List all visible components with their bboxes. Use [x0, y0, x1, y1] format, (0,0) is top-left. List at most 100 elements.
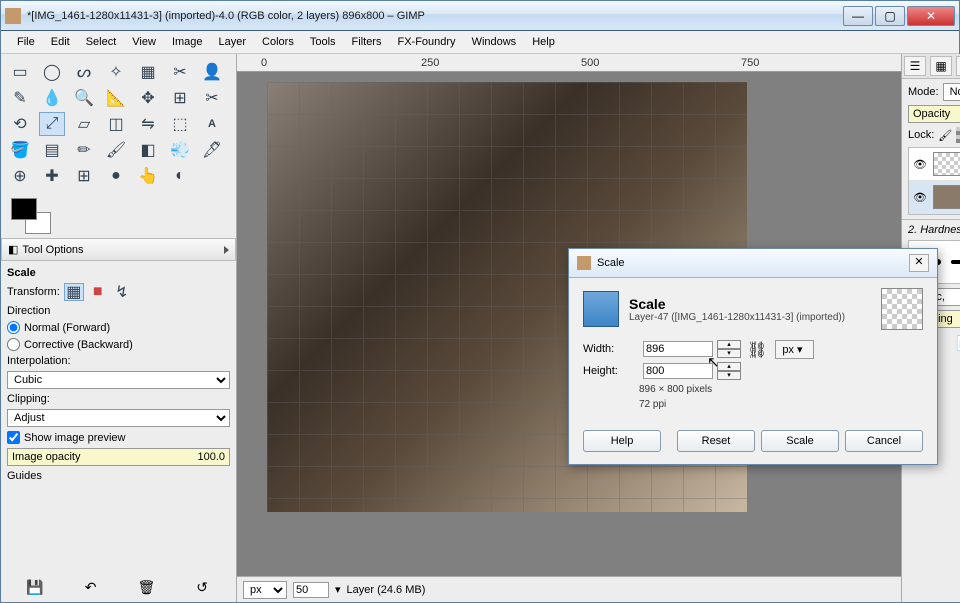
- measure-tool[interactable]: 📐: [103, 86, 129, 110]
- reset-options-icon[interactable]: ↺: [193, 578, 211, 596]
- lock-alpha-icon[interactable]: [956, 127, 960, 143]
- menu-edit[interactable]: Edit: [43, 33, 78, 51]
- unit-dropdown[interactable]: px ▾: [775, 340, 813, 359]
- ellipse-select-tool[interactable]: ◯: [39, 60, 65, 84]
- color-select-tool[interactable]: ▦: [135, 60, 161, 84]
- menu-tools[interactable]: Tools: [302, 33, 344, 51]
- bucket-tool[interactable]: 🪣: [7, 138, 33, 162]
- zoom-tool[interactable]: 🔍: [71, 86, 97, 110]
- move-tool[interactable]: ✥: [135, 86, 161, 110]
- status-bar: px ▾ Layer (24.6 MB): [237, 576, 901, 602]
- foreground-color[interactable]: [11, 198, 37, 220]
- image-opacity-slider[interactable]: Image opacity 100.0: [7, 448, 230, 466]
- menu-select[interactable]: Select: [78, 33, 125, 51]
- layers-tab[interactable]: ☰: [904, 56, 926, 76]
- cancel-button[interactable]: Cancel: [845, 430, 923, 452]
- transform-path-icon[interactable]: ↯: [112, 283, 132, 301]
- layer-list[interactable]: 👁 Layer 👁 IMG_1461-1280: [908, 147, 960, 215]
- clipping-select[interactable]: Adjust: [7, 409, 230, 427]
- delete-options-icon[interactable]: 🗑: [137, 578, 155, 596]
- foreground-select-tool[interactable]: 👤: [199, 60, 225, 84]
- layer-row[interactable]: 👁 IMG_1461-1280: [909, 181, 960, 214]
- text-tool[interactable]: A: [199, 112, 225, 136]
- help-button[interactable]: Help: [583, 430, 661, 452]
- width-down[interactable]: ▾: [717, 349, 741, 358]
- unit-select[interactable]: px: [243, 581, 287, 599]
- menu-file[interactable]: File: [9, 33, 43, 51]
- blur-tool[interactable]: ●: [103, 164, 129, 188]
- color-swatches[interactable]: [11, 198, 51, 234]
- layer-row[interactable]: 👁 Layer: [909, 148, 960, 181]
- show-preview-checkbox[interactable]: [7, 431, 20, 444]
- layer-opacity-slider[interactable]: Opacity 19.8: [908, 105, 960, 123]
- dialog-close-button[interactable]: ✕: [909, 254, 929, 272]
- rect-select-tool[interactable]: ▭: [7, 60, 33, 84]
- channels-tab[interactable]: ▦: [930, 56, 952, 76]
- heal-tool[interactable]: ✚: [39, 164, 65, 188]
- maximize-button[interactable]: ▢: [875, 6, 905, 26]
- mode-select[interactable]: Normal: [943, 83, 960, 101]
- paths-tool[interactable]: ✎: [7, 86, 33, 110]
- shear-tool[interactable]: ▱: [71, 112, 97, 136]
- ink-tool[interactable]: 🖋: [199, 138, 225, 162]
- menu-fxfoundry[interactable]: FX-Foundry: [389, 33, 463, 51]
- direction-normal-radio[interactable]: [7, 321, 20, 334]
- zoom-field[interactable]: [293, 582, 329, 598]
- window-title: *[IMG_1461-1280x11431-3] (imported)-4.0 …: [27, 10, 843, 22]
- dodge-tool[interactable]: ◐: [167, 164, 193, 188]
- clone-tool[interactable]: ⊕: [7, 164, 33, 188]
- scale-button[interactable]: Scale: [761, 430, 839, 452]
- dialog-title: Scale: [597, 257, 909, 269]
- eraser-tool[interactable]: ◧: [135, 138, 161, 162]
- cage-tool[interactable]: ⬚: [167, 112, 193, 136]
- paths-tab[interactable]: ↯: [956, 56, 960, 76]
- blend-tool[interactable]: ▤: [39, 138, 65, 162]
- align-tool[interactable]: ⊞: [167, 86, 193, 110]
- crop-tool[interactable]: ✂: [199, 86, 225, 110]
- smudge-tool[interactable]: 👆: [135, 164, 161, 188]
- transform-layer-icon[interactable]: ▦: [64, 283, 84, 301]
- wand-tool[interactable]: ✧: [103, 60, 129, 84]
- save-options-icon[interactable]: 💾: [26, 578, 44, 596]
- visibility-icon[interactable]: 👁: [913, 191, 927, 204]
- flip-tool[interactable]: ⇋: [135, 112, 161, 136]
- pencil-tool[interactable]: ✏: [71, 138, 97, 162]
- menu-view[interactable]: View: [124, 33, 164, 51]
- rotate-tool[interactable]: ⟲: [7, 112, 33, 136]
- height-up[interactable]: ▴: [717, 362, 741, 371]
- close-button[interactable]: ✕: [907, 6, 955, 26]
- restore-options-icon[interactable]: ↶: [82, 578, 100, 596]
- eyedropper-tool[interactable]: 💧: [39, 86, 65, 110]
- menu-image[interactable]: Image: [164, 33, 211, 51]
- menu-windows[interactable]: Windows: [464, 33, 525, 51]
- menu-filters[interactable]: Filters: [344, 33, 390, 51]
- zoom-dropdown-icon[interactable]: ▾: [335, 583, 341, 596]
- new-brush-icon[interactable]: 📄: [955, 334, 960, 352]
- interpolation-select[interactable]: Cubic: [7, 371, 230, 389]
- dialog-titlebar[interactable]: Scale ✕: [569, 249, 937, 278]
- direction-corrective-radio[interactable]: [7, 338, 20, 351]
- minimize-button[interactable]: —: [843, 6, 873, 26]
- airbrush-tool[interactable]: 💨: [167, 138, 193, 162]
- chain-link-icon[interactable]: ⛓: [747, 340, 767, 360]
- height-input[interactable]: [643, 363, 713, 379]
- perspective-tool[interactable]: ◫: [103, 112, 129, 136]
- visibility-icon[interactable]: 👁: [913, 158, 927, 171]
- transform-selection-icon[interactable]: ■: [88, 283, 108, 301]
- scissors-tool[interactable]: ✂: [167, 60, 193, 84]
- lasso-tool[interactable]: ᔕ: [71, 60, 97, 84]
- scale-tool[interactable]: ⤢: [39, 112, 65, 136]
- width-up[interactable]: ▴: [717, 340, 741, 349]
- height-down[interactable]: ▾: [717, 371, 741, 380]
- reset-button[interactable]: Reset: [677, 430, 755, 452]
- image-opacity-value: 100.0: [193, 449, 229, 465]
- brush-tool[interactable]: 🖌: [103, 138, 129, 162]
- tool-options-header[interactable]: ◧Tool Options: [1, 238, 236, 261]
- menu-colors[interactable]: Colors: [254, 33, 302, 51]
- menu-layer[interactable]: Layer: [211, 33, 255, 51]
- lock-pixels-icon[interactable]: 🖌: [938, 129, 952, 142]
- width-input[interactable]: [643, 341, 713, 357]
- perspective-clone-tool[interactable]: ⊞: [71, 164, 97, 188]
- menu-help[interactable]: Help: [524, 33, 563, 51]
- panel-menu-icon[interactable]: [224, 246, 229, 254]
